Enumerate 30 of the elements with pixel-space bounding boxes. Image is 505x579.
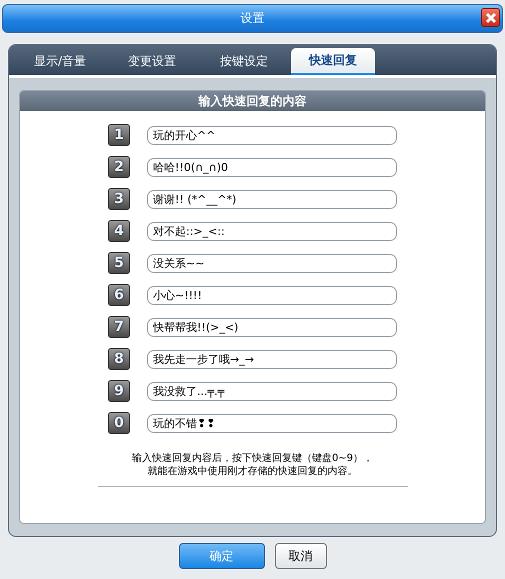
- input-field[interactable]: 谢谢!! (*^__^*): [147, 190, 397, 208]
- number-key: 3: [108, 188, 130, 210]
- number-key: 7: [108, 316, 130, 338]
- number-key: 6: [108, 284, 130, 306]
- close-icon: [484, 12, 496, 24]
- tab[interactable]: 显示/音量: [15, 48, 105, 75]
- hint-text: 输入快速回复内容后，按下快速回复键（键盘0~9）， 就能在游戏中使用刚才存储的快速回复的内容。: [132, 452, 374, 478]
- input-field[interactable]: 我先走一步了哦→_→: [147, 350, 397, 368]
- number-key: 5: [108, 252, 130, 274]
- number-key: 1: [108, 124, 130, 146]
- tab[interactable]: 快速回复: [291, 48, 375, 75]
- cancel-button[interactable]: 取消: [274, 543, 326, 569]
- number-key: 2: [108, 156, 130, 178]
- input-field[interactable]: 哈哈!!0(∩_∩)0: [147, 158, 397, 176]
- number-key: 0: [108, 412, 130, 434]
- tab[interactable]: 按键设定: [199, 48, 289, 75]
- tab[interactable]: 变更设置: [107, 48, 197, 75]
- input-field[interactable]: 对不起::>_<::: [147, 222, 397, 240]
- input-field[interactable]: 快帮帮我!!(>_<): [147, 318, 397, 336]
- window-title: 设置: [240, 10, 264, 27]
- number-key: 4: [108, 220, 130, 242]
- input-field[interactable]: 我没救了...╤.╤: [147, 382, 397, 400]
- number-key: 8: [108, 348, 130, 370]
- section-title: 输入快速回复的内容: [198, 92, 306, 110]
- input-field[interactable]: 没关系~~: [147, 254, 397, 272]
- input-field[interactable]: 小心~!!!!: [147, 286, 397, 304]
- input-field[interactable]: 玩的开心^^: [147, 126, 397, 144]
- close-button[interactable]: [481, 8, 500, 27]
- input-field[interactable]: 玩的不错❢❢: [147, 414, 397, 432]
- number-key: 9: [108, 380, 130, 402]
